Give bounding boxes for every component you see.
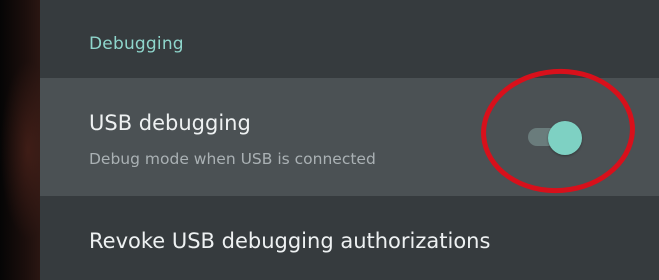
revoke-authorizations-row[interactable]: Revoke USB debugging authorizations <box>40 196 659 280</box>
revoke-authorizations-title: Revoke USB debugging authorizations <box>89 229 491 253</box>
section-title: Debugging <box>89 34 184 54</box>
section-header: Debugging <box>40 0 659 78</box>
background-strip <box>0 0 40 280</box>
usb-debugging-summary: Debug mode when USB is connected <box>89 150 376 168</box>
developer-options-panel: Debugging USB debugging Debug mode when … <box>40 0 659 280</box>
usb-debugging-title: USB debugging <box>89 111 251 135</box>
tv-settings-screen: Debugging USB debugging Debug mode when … <box>0 0 659 280</box>
